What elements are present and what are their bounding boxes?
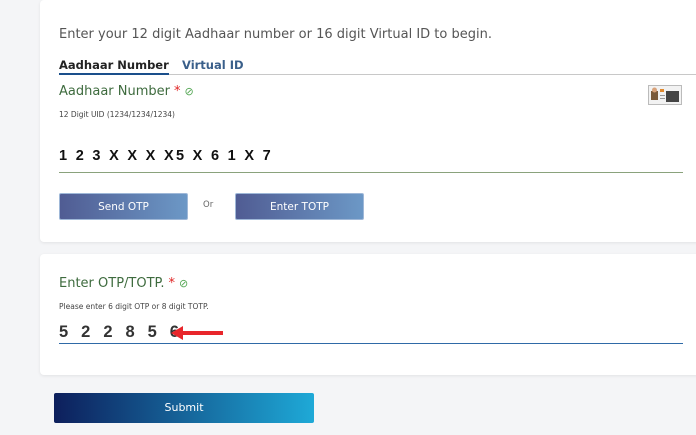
required-mark: *	[168, 276, 175, 291]
otp-label: Enter OTP/TOTP. * ⊘	[59, 276, 188, 291]
aadhaar-input-underline	[59, 172, 683, 173]
aadhaar-entry-card: Enter your 12 digit Aadhaar number or 16…	[40, 0, 696, 242]
id-type-tabs: Aadhaar Number Virtual ID	[59, 58, 696, 75]
otp-hint: Please enter 6 digit OTP or 8 digit TOTP…	[59, 302, 209, 311]
enter-totp-button[interactable]: Enter TOTP	[235, 193, 364, 220]
check-circle-icon: ⊘	[178, 277, 189, 290]
send-otp-button[interactable]: Send OTP	[59, 193, 188, 220]
or-separator: Or	[203, 200, 214, 210]
intro-text: Enter your 12 digit Aadhaar number or 16…	[59, 27, 492, 42]
aadhaar-number-input[interactable]: 1 2 3 X X X X5 X 6 1 X 7	[59, 148, 273, 164]
aadhaar-hint: 12 Digit UID (1234/1234/1234)	[59, 110, 175, 119]
otp-input-underline	[59, 343, 683, 344]
red-arrow-icon	[171, 326, 223, 340]
submit-button[interactable]: Submit	[54, 393, 314, 423]
otp-label-text: Enter OTP/TOTP.	[59, 276, 165, 291]
otp-input[interactable]: 5 2 2 8 5 6	[59, 323, 183, 342]
aadhaar-number-label: Aadhaar Number * ⊘	[59, 84, 194, 99]
otp-entry-card: Enter OTP/TOTP. * ⊘ Please enter 6 digit O…	[40, 254, 696, 375]
id-card-icon	[648, 85, 682, 105]
required-mark: *	[173, 84, 181, 99]
aadhaar-label-text: Aadhaar Number	[59, 84, 170, 99]
check-circle-icon: ⊘	[184, 85, 194, 98]
tab-aadhaar-number[interactable]: Aadhaar Number	[59, 58, 169, 75]
tab-virtual-id[interactable]: Virtual ID	[182, 58, 244, 73]
